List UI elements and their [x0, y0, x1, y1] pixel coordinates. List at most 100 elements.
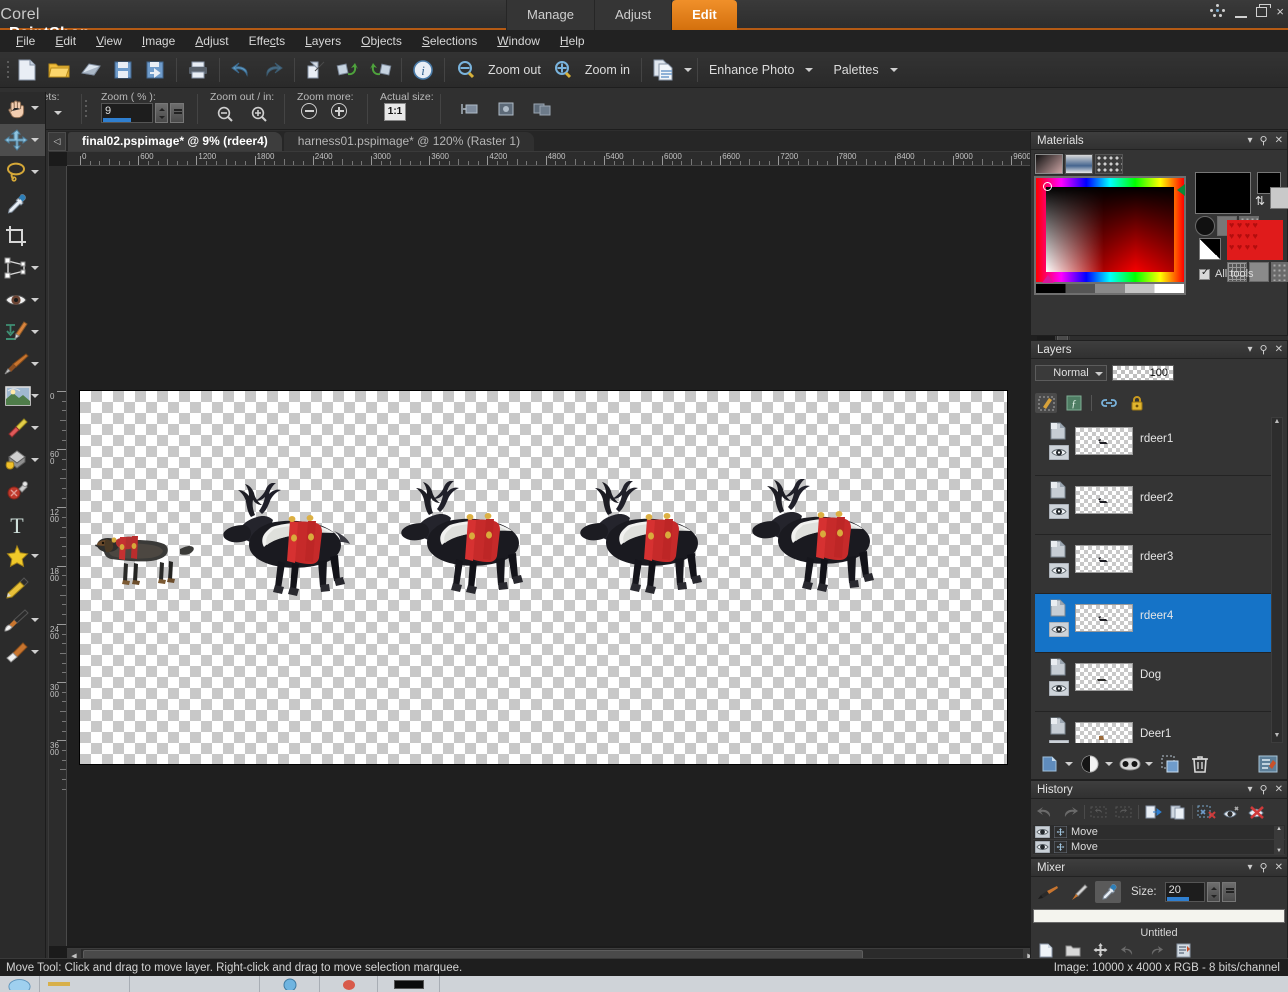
move-flyout-chevron-icon[interactable]	[31, 138, 39, 142]
history-undo-selected-icon[interactable]	[1088, 803, 1110, 821]
layers-close-icon[interactable]: ✕	[1275, 344, 1283, 355]
history-copy-icon[interactable]	[1167, 803, 1189, 821]
history-menu-chevron-icon[interactable]: ▾	[1248, 784, 1253, 795]
materials-tab-rainbow[interactable]	[1065, 154, 1093, 174]
black-white-reset-icon[interactable]	[1199, 238, 1221, 260]
rotate-left-icon[interactable]	[332, 55, 364, 85]
menu-edit[interactable]: Edit	[45, 30, 86, 52]
taskbar-item-3[interactable]	[130, 976, 260, 992]
canvas-object-rdeer1[interactable]	[214, 483, 370, 607]
zoom-out-button[interactable]: Zoom out	[482, 63, 547, 77]
materials-pin-icon[interactable]: ⚲	[1260, 134, 1268, 147]
history-apply-icon[interactable]	[1142, 803, 1164, 821]
enhance-photo-button[interactable]: Enhance Photo	[703, 63, 801, 77]
layer-visibility-icon[interactable]	[1048, 680, 1070, 697]
mixer-close-icon[interactable]: ✕	[1275, 862, 1283, 873]
mask-layer-chevron-icon[interactable]	[1145, 762, 1153, 766]
layers-scroll-down-icon[interactable]: ▼	[1272, 732, 1282, 742]
menu-adjust[interactable]: Adjust	[185, 30, 238, 52]
history-scroll-down-icon[interactable]: ▼	[1274, 848, 1284, 854]
layer-row-rdeer1[interactable]: rdeer1	[1035, 417, 1283, 476]
layer-properties-icon[interactable]	[1255, 753, 1281, 775]
materials-menu-chevron-icon[interactable]: ▾	[1248, 135, 1253, 146]
tool-mesh-warp[interactable]	[0, 636, 45, 668]
all-tools-checkbox[interactable]	[1199, 267, 1210, 280]
tool-preset-shape[interactable]	[0, 540, 45, 572]
canvas-object-rdeer3[interactable]	[571, 481, 727, 605]
history-redo-selected-icon[interactable]	[1113, 803, 1135, 821]
tool-pan[interactable]	[0, 92, 45, 124]
brush-flyout-chevron-icon[interactable]	[31, 362, 39, 366]
mixer-size-stepper[interactable]	[1206, 882, 1220, 902]
tool-makeover[interactable]	[0, 316, 45, 348]
scanner-icon[interactable]	[75, 55, 107, 85]
opacity-slider[interactable]: 100	[1112, 365, 1174, 381]
history-redo-icon[interactable]	[1059, 803, 1081, 821]
tool-crop[interactable]	[0, 220, 45, 252]
delete-layer-icon[interactable]	[1187, 753, 1213, 775]
workspace-tab-adjust[interactable]: Adjust	[594, 0, 673, 30]
background-pattern-swatch[interactable]	[1227, 220, 1283, 260]
taskbar-item-4[interactable]	[260, 976, 320, 992]
history-list[interactable]: Move Move	[1033, 825, 1285, 855]
makeover-flyout-chevron-icon[interactable]	[31, 330, 39, 334]
link-icon[interactable]	[1098, 393, 1120, 413]
tool-clone[interactable]	[0, 380, 45, 412]
palettes-button[interactable]: Palettes	[827, 63, 884, 77]
tool-pen[interactable]	[0, 572, 45, 604]
swap-colors-icon[interactable]: ⇅	[1255, 194, 1265, 208]
history-undo-icon[interactable]	[1034, 803, 1056, 821]
print-icon[interactable]	[182, 55, 214, 85]
selection-flyout-chevron-icon[interactable]	[31, 170, 39, 174]
history-row[interactable]: Move	[1033, 840, 1285, 855]
taskbar-item-1[interactable]	[0, 976, 40, 992]
background-small-swatch[interactable]	[1270, 187, 1288, 209]
tool-warp-brush[interactable]	[0, 604, 45, 636]
fit-to-window-icon[interactable]	[459, 98, 481, 120]
presets-chevron-icon[interactable]	[54, 110, 62, 115]
layers-scroll-up-icon[interactable]: ▲	[1272, 418, 1282, 428]
undo-icon[interactable]	[225, 55, 257, 85]
history-row[interactable]: Move	[1033, 825, 1285, 840]
new-layer-icon[interactable]	[1037, 753, 1063, 775]
blend-mode-select[interactable]: Normal	[1035, 365, 1107, 381]
history-scroll-up-icon[interactable]: ▲	[1274, 826, 1284, 832]
menu-help[interactable]: Help	[550, 30, 595, 52]
taskbar-item-5[interactable]	[320, 976, 378, 992]
tool-picture-tube[interactable]	[0, 476, 45, 508]
layer-row-rdeer2[interactable]: rdeer2	[1035, 476, 1283, 535]
canvas-viewport[interactable]	[67, 166, 1037, 946]
layers-scrollbar[interactable]: ▲ ▼	[1271, 417, 1283, 743]
mixer-brush-icon[interactable]	[1035, 881, 1061, 903]
pan-flyout-chevron-icon[interactable]	[31, 106, 39, 110]
mixer-pin-icon[interactable]: ⚲	[1260, 861, 1268, 874]
blend-chevron-down-icon[interactable]	[1095, 372, 1103, 376]
history-scrollbar[interactable]: ▲ ▼	[1274, 826, 1284, 854]
new-adjustment-layer-icon[interactable]	[1077, 753, 1103, 775]
zoom-dropdown-button[interactable]	[170, 102, 184, 123]
tool-selection[interactable]	[0, 156, 45, 188]
document-tab-harness01[interactable]: harness01.pspimage* @ 120% (Raster 1)	[283, 132, 535, 151]
eraser-flyout-chevron-icon[interactable]	[31, 426, 39, 430]
layer-list[interactable]: rdeer1 rdeer2 rdeer3 rdeer4 Dog Deer1	[1035, 417, 1283, 743]
save-as-icon[interactable]	[139, 55, 171, 85]
menu-window[interactable]: Window	[487, 30, 550, 52]
all-tools-row[interactable]: All tools	[1199, 267, 1254, 280]
zoom-more-in-icon[interactable]	[331, 102, 347, 119]
tool-paint-brush[interactable]	[0, 348, 45, 380]
history-visibility-icon[interactable]	[1035, 826, 1050, 838]
layer-visibility-icon[interactable]	[1048, 503, 1070, 520]
mixer-size-slider-bar[interactable]	[1166, 897, 1189, 901]
layer-effects-icon[interactable]: ƒ	[1063, 393, 1085, 413]
layers-menu-chevron-icon[interactable]: ▾	[1248, 344, 1253, 355]
history-pin-icon[interactable]: ⚲	[1260, 783, 1268, 796]
history-clear-icon[interactable]	[1246, 803, 1268, 821]
adj-layer-chevron-icon[interactable]	[1105, 762, 1113, 766]
history-visibility-icon[interactable]	[1035, 841, 1050, 853]
zoom-stepper[interactable]	[155, 102, 168, 123]
menu-effects[interactable]: Effects	[239, 30, 295, 52]
tool-red-eye[interactable]	[0, 284, 45, 316]
menu-image[interactable]: Image	[132, 30, 185, 52]
new-layer-chevron-icon[interactable]	[1065, 762, 1073, 766]
mesh-flyout-chevron-icon[interactable]	[31, 650, 39, 654]
